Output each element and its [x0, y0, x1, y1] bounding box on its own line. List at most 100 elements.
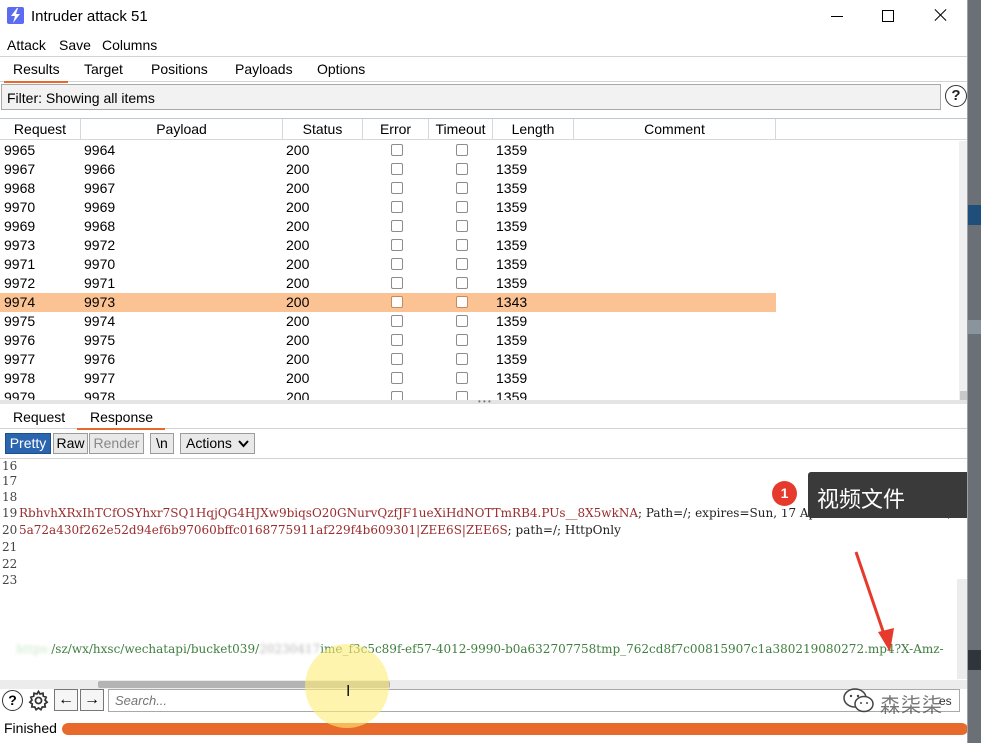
editor-scrollbar[interactable] [957, 579, 967, 679]
table-row[interactable]: 9973 9972 200 1359 [0, 236, 776, 255]
timeout-checkbox[interactable] [456, 296, 468, 308]
next-match-button[interactable]: → [80, 689, 104, 711]
table-row[interactable]: 9967 9966 200 1359 [0, 160, 776, 179]
timeout-checkbox[interactable] [456, 334, 468, 346]
timeout-checkbox[interactable] [456, 182, 468, 194]
desktop-window-edge [968, 205, 981, 225]
attack-progress-bar [62, 723, 967, 735]
maximize-icon[interactable] [878, 6, 898, 26]
table-row[interactable]: 9978 9977 200 1359 [0, 369, 776, 388]
cell-payload: 9968 [84, 218, 116, 234]
filter-field[interactable]: Filter: Showing all items [1, 84, 941, 110]
error-checkbox[interactable] [391, 220, 403, 232]
column-header-request[interactable]: Request [0, 119, 81, 140]
timeout-checkbox[interactable] [456, 391, 468, 400]
table-row[interactable]: 9971 9970 200 1359 [0, 255, 776, 274]
menu-save[interactable]: Save [59, 37, 91, 53]
cell-status: 200 [286, 275, 310, 291]
error-checkbox[interactable] [391, 391, 403, 400]
minimize-icon[interactable] [828, 6, 848, 26]
column-header-comment[interactable]: Comment [574, 119, 776, 140]
error-checkbox[interactable] [391, 144, 403, 156]
timeout-checkbox[interactable] [456, 163, 468, 175]
editor-horizontal-scrollbar[interactable] [0, 680, 967, 689]
watermark: 森柒柒 es [834, 685, 964, 717]
cell-length: 1359 [496, 218, 528, 234]
view-toolbar: Pretty Raw Render \n Actions [0, 430, 967, 458]
cell-status: 200 [286, 332, 310, 348]
close-icon[interactable] [931, 6, 951, 26]
column-header-length[interactable]: Length [493, 119, 574, 140]
menu-columns[interactable]: Columns [102, 37, 157, 53]
table-row[interactable]: 9970 9969 200 1359 [0, 198, 776, 217]
timeout-checkbox[interactable] [456, 353, 468, 365]
column-header-payload[interactable]: Payload [81, 119, 283, 140]
timeout-checkbox[interactable] [456, 220, 468, 232]
table-row[interactable]: 9965 9964 200 1359 [0, 141, 776, 160]
column-header-error[interactable]: Error [363, 119, 429, 140]
chevron-down-icon [238, 440, 249, 448]
cell-length: 1359 [496, 161, 528, 177]
error-checkbox[interactable] [391, 163, 403, 175]
tab-options[interactable]: Options [317, 61, 365, 77]
render-button[interactable]: Render [89, 433, 144, 454]
timeout-checkbox[interactable] [456, 239, 468, 251]
table-scrollbar-thumb[interactable] [960, 391, 967, 400]
intruder-window: Intruder attack 51 Attack Save Columns R… [0, 0, 968, 743]
error-checkbox[interactable] [391, 277, 403, 289]
cell-payload: 9969 [84, 199, 116, 215]
search-options-text: es [939, 694, 952, 708]
cell-length: 1359 [496, 275, 528, 291]
error-checkbox[interactable] [391, 334, 403, 346]
pretty-button[interactable]: Pretty [5, 433, 51, 454]
table-row[interactable]: 9972 9971 200 1359 [0, 274, 776, 293]
cell-length: 1359 [496, 256, 528, 272]
error-checkbox[interactable] [391, 315, 403, 327]
table-row[interactable]: 9969 9968 200 1359 [0, 217, 776, 236]
table-row[interactable]: 9976 9975 200 1359 [0, 331, 776, 350]
actions-dropdown[interactable]: Actions [180, 433, 255, 454]
desktop-window-edge [968, 320, 981, 334]
error-checkbox[interactable] [391, 201, 403, 213]
table-row[interactable]: 9968 9967 200 1359 [0, 179, 776, 198]
tab-payloads[interactable]: Payloads [235, 61, 293, 77]
gear-icon[interactable] [27, 689, 50, 712]
error-checkbox[interactable] [391, 182, 403, 194]
column-header-timeout[interactable]: Timeout [429, 119, 493, 140]
cell-length: 1359 [496, 332, 528, 348]
tab-request[interactable]: Request [13, 409, 65, 425]
line-number: 19 [2, 506, 18, 520]
timeout-checkbox[interactable] [456, 372, 468, 384]
tab-target[interactable]: Target [84, 61, 123, 77]
error-checkbox[interactable] [391, 372, 403, 384]
previous-match-button[interactable]: ← [54, 689, 78, 711]
timeout-checkbox[interactable] [456, 258, 468, 270]
table-row[interactable]: 9979 9978 200 1359 [0, 388, 776, 400]
error-checkbox[interactable] [391, 258, 403, 270]
tab-positions[interactable]: Positions [151, 61, 208, 77]
error-checkbox[interactable] [391, 353, 403, 365]
error-checkbox[interactable] [391, 296, 403, 308]
menu-attack[interactable]: Attack [7, 37, 46, 53]
table-scrollbar[interactable] [959, 141, 967, 400]
tab-response[interactable]: Response [76, 409, 166, 430]
timeout-checkbox[interactable] [456, 315, 468, 327]
error-checkbox[interactable] [391, 239, 403, 251]
cell-payload: 9971 [84, 275, 116, 291]
table-row[interactable]: 9977 9976 200 1359 [0, 350, 776, 369]
cell-status: 200 [286, 180, 310, 196]
help-icon[interactable]: ? [945, 85, 967, 107]
timeout-checkbox[interactable] [456, 277, 468, 289]
newline-toggle-button[interactable]: \n [150, 433, 174, 454]
code-line-video-url: https:/sz/wx/hxsc/wechatapi/bucket039/20… [16, 642, 944, 656]
column-header-status[interactable]: Status [283, 119, 363, 140]
timeout-checkbox[interactable] [456, 201, 468, 213]
search-input[interactable] [108, 689, 960, 712]
table-row[interactable]: 9975 9974 200 1359 [0, 312, 776, 331]
raw-button[interactable]: Raw [53, 433, 88, 454]
cell-length: 1359 [496, 370, 528, 386]
help-icon[interactable]: ? [2, 690, 23, 711]
table-row[interactable]: 9974 9973 200 1343 [0, 293, 776, 312]
timeout-checkbox[interactable] [456, 144, 468, 156]
tab-results[interactable]: Results [4, 61, 68, 83]
